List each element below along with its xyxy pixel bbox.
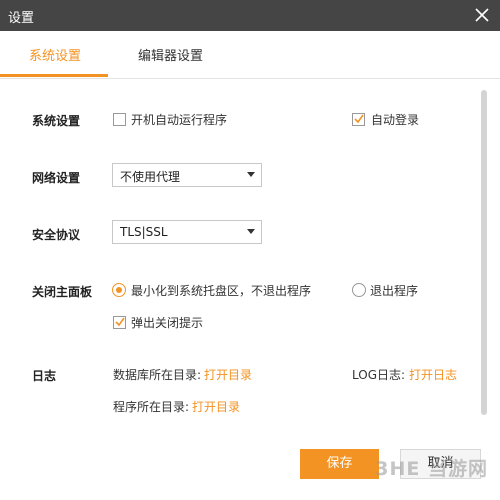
open-log-link[interactable]: 打开日志 — [409, 366, 457, 383]
save-button[interactable]: 保存 — [300, 449, 379, 479]
close-icon[interactable] — [470, 3, 494, 27]
watermark: 3HE 当游网 — [375, 458, 488, 480]
tab-system-settings[interactable]: 系统设置 — [29, 45, 81, 64]
minimize-radio[interactable] — [112, 283, 126, 297]
db-dir-label: 数据库所在目录: — [113, 368, 202, 382]
protocol-select-value: TLS|SSL — [120, 225, 168, 239]
system-settings-label: 系统设置 — [32, 114, 81, 128]
log-label: 日志 — [32, 369, 57, 383]
autologin-checkbox[interactable] — [352, 113, 365, 126]
autostart-label: 开机自动运行程序 — [131, 113, 228, 127]
window-title: 设置 — [8, 11, 35, 26]
popup-close-tip-checkbox[interactable] — [113, 316, 126, 329]
tab-editor-settings[interactable]: 编辑器设置 — [138, 45, 203, 64]
proxy-select[interactable]: 不使用代理 — [112, 163, 262, 187]
open-program-dir-link[interactable]: 打开目录 — [192, 398, 240, 415]
open-db-dir-link[interactable]: 打开目录 — [204, 366, 252, 383]
exit-radio[interactable] — [352, 283, 366, 297]
security-protocol-label: 安全协议 — [32, 228, 81, 242]
popup-close-tip-label: 弹出关闭提示 — [131, 316, 204, 330]
protocol-select[interactable]: TLS|SSL — [112, 220, 262, 244]
tab-bar: 系统设置 编辑器设置 — [0, 31, 500, 79]
close-panel-label: 关闭主面板 — [32, 285, 93, 299]
minimize-option-label: 最小化到系统托盘区，不退出程序 — [131, 284, 312, 298]
program-dir-label: 程序所在目录: — [113, 400, 190, 414]
vertical-scrollbar[interactable] — [481, 90, 487, 415]
dropdown-arrow-icon — [247, 172, 255, 177]
title-bar: 设置 — [0, 0, 500, 31]
check-icon — [115, 317, 125, 327]
exit-option-label: 退出程序 — [370, 284, 419, 298]
log-file-label: LOG日志: — [352, 368, 406, 382]
check-icon — [354, 114, 364, 124]
active-tab-indicator — [0, 74, 108, 77]
network-settings-label: 网络设置 — [32, 171, 81, 185]
autologin-label: 自动登录 — [371, 113, 420, 127]
dropdown-arrow-icon — [247, 229, 255, 234]
proxy-select-value: 不使用代理 — [120, 170, 181, 184]
autostart-checkbox[interactable] — [113, 113, 126, 126]
